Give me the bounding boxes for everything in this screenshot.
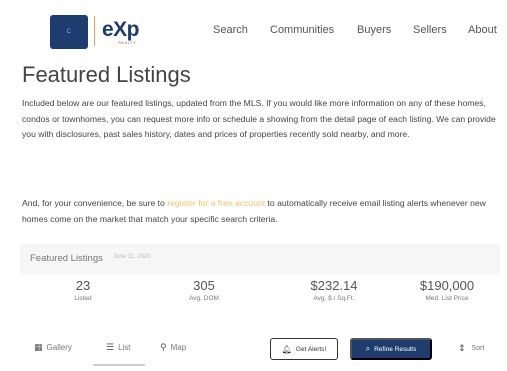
brokerage-logo[interactable]: C <box>50 15 88 49</box>
brokerage-logo-text: C <box>66 29 72 35</box>
summary-header: Featured Listings June 11, 2020 <box>20 244 500 274</box>
nav-communities[interactable]: Communities <box>270 24 334 36</box>
refine-results-label: Refine Results <box>374 345 417 353</box>
summary-date: June 11, 2020 <box>113 254 151 260</box>
logo-divider <box>94 16 95 46</box>
tab-map[interactable]: ⚲ Map <box>160 342 186 353</box>
intro-paragraph: Included below are our featured listings… <box>22 98 496 139</box>
list-icon: ☰ <box>106 342 115 352</box>
bell-icon: 🔔︎ <box>281 344 292 354</box>
tab-gallery-label: Gallery <box>46 343 72 352</box>
sort-label: Sort <box>471 345 485 352</box>
register-link[interactable]: register for a free account <box>167 198 265 208</box>
stat-caption: Listed <box>74 295 92 302</box>
stat-caption: Avg. DOM <box>189 295 219 302</box>
site-header: C eXp REALTY Search Communities Buyers S… <box>0 0 507 60</box>
sort-control[interactable]: ⇕ Sort <box>458 343 484 354</box>
get-alerts-button[interactable]: 🔔︎ Get Alerts! <box>270 338 338 360</box>
exp-logo-subtitle: REALTY <box>118 40 137 45</box>
convenience-text-before: And, for your convenience, be sure to <box>22 198 168 208</box>
stat-caption: Avg. $ / Sq.Ft. <box>313 295 355 302</box>
refine-results-button[interactable]: ⌕ Refine Results <box>350 338 432 360</box>
stat-value: $190,000 <box>419 278 475 293</box>
search-icon: ⌕ <box>365 344 371 353</box>
tab-map-label: Map <box>170 343 187 352</box>
nav-search[interactable]: Search <box>213 24 248 36</box>
page-title: Featured Listings <box>22 62 191 87</box>
tab-list-label: List <box>118 343 131 352</box>
stat-value: 23 <box>75 278 91 293</box>
active-tab-indicator <box>93 364 145 366</box>
tab-gallery[interactable]: ▦ Gallery <box>34 342 72 353</box>
map-pin-icon: ⚲ <box>160 342 167 352</box>
nav-about[interactable]: About <box>468 24 497 36</box>
stat-caption: Med. List Price <box>425 295 469 302</box>
get-alerts-label: Get Alerts! <box>295 345 327 353</box>
convenience-paragraph: And, for your convenience, be sure to re… <box>22 196 500 227</box>
summary-label: Featured Listings <box>30 253 103 264</box>
exp-logo[interactable]: eXp <box>102 18 140 42</box>
stat-med-price: $190,000 Med. List Price <box>392 278 502 302</box>
tab-list[interactable]: ☰ List <box>106 342 131 353</box>
sort-icon: ⇕ <box>458 343 466 353</box>
nav-buyers[interactable]: Buyers <box>357 24 391 36</box>
stat-avg-dom: 305 Avg. DOM <box>149 278 259 302</box>
nav-sellers[interactable]: Sellers <box>413 24 447 36</box>
stat-avg-sqft: $232.14 Avg. $ / Sq.Ft. <box>279 278 389 302</box>
stat-listed: 23 Listed <box>28 278 138 302</box>
grid-icon: ▦ <box>34 342 43 352</box>
stat-value: 305 <box>193 278 215 293</box>
stat-value: $232.14 <box>310 278 358 293</box>
